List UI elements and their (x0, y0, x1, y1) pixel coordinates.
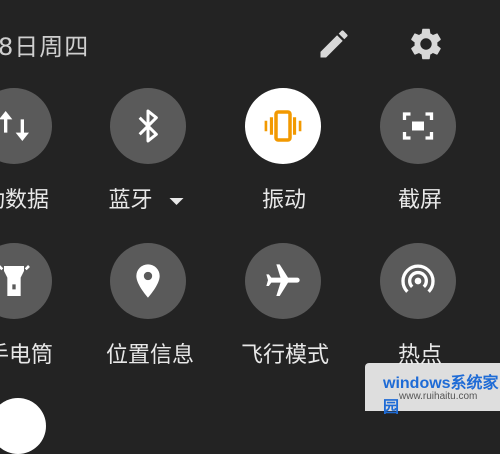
airplane-icon (266, 264, 300, 296)
bluetooth-label: 蓝牙 (108, 188, 153, 213)
edit-pencil-icon[interactable] (316, 26, 352, 62)
tile-screenshot[interactable] (380, 88, 456, 164)
date-text: 8日周四 (0, 33, 90, 61)
tile-label-location: 位置信息 (105, 343, 195, 368)
tile-bluetooth[interactable] (110, 88, 186, 164)
tile-label-flashlight: 手电筒 (0, 343, 54, 368)
location-icon (136, 264, 160, 298)
flashlight-icon (0, 265, 30, 296)
tile-location[interactable] (110, 243, 186, 319)
tile-label-screenshot: 截屏 (397, 188, 443, 213)
tile-label-airplane-mode: 飞行模式 (240, 343, 330, 368)
tile-label-mobile-data: 动数据 (0, 188, 50, 213)
mobile-data-icon (0, 111, 29, 141)
tile-label-bluetooth[interactable]: 蓝牙 (108, 182, 184, 214)
tile-flashlight[interactable] (0, 243, 52, 319)
tile-partial-next-row[interactable] (0, 398, 46, 454)
settings-gear-icon[interactable] (407, 25, 445, 63)
watermark-logo: windows系统家园 www.ruihaitu.com (365, 363, 500, 416)
vibrate-icon (264, 110, 302, 142)
tile-airplane-mode[interactable] (245, 243, 321, 319)
watermark-url: www.ruihaitu.com (399, 391, 478, 402)
tile-vibrate[interactable] (245, 88, 321, 164)
tile-label-vibrate: 振动 (261, 188, 307, 213)
bluetooth-icon (138, 109, 158, 143)
screenshot-icon (402, 112, 434, 140)
tile-hotspot[interactable] (380, 243, 456, 319)
tile-mobile-data[interactable] (0, 88, 52, 164)
hotspot-icon (401, 264, 435, 293)
chevron-down-icon[interactable] (169, 197, 184, 205)
